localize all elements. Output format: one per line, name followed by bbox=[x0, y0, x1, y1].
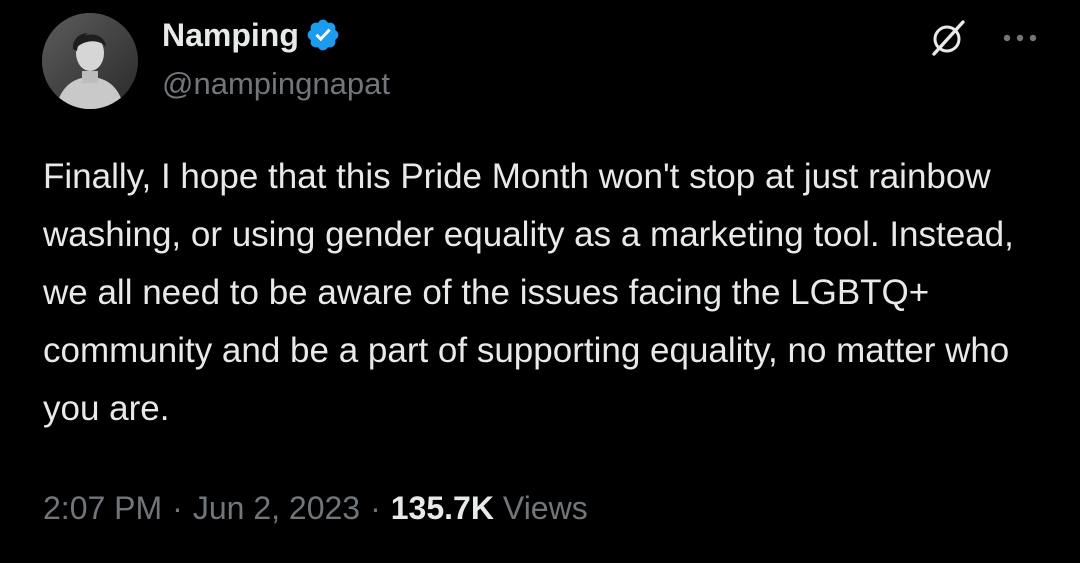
views-label[interactable]: Views bbox=[503, 490, 588, 527]
handle[interactable]: @nampingnapat bbox=[162, 66, 390, 102]
post-time[interactable]: 2:07 PM bbox=[43, 490, 162, 527]
post-meta: 2:07 PM · Jun 2, 2023 · 135.7K Views bbox=[43, 490, 588, 527]
profile-photo-icon bbox=[42, 13, 138, 109]
more-icon bbox=[1003, 34, 1037, 42]
post-text: Finally, I hope that this Pride Month wo… bbox=[43, 157, 1014, 428]
author-block: Namping @nampingnapat bbox=[162, 14, 390, 102]
avatar[interactable] bbox=[42, 13, 138, 109]
name-row: Namping bbox=[162, 14, 390, 56]
grok-icon bbox=[932, 20, 965, 56]
verified-badge-icon[interactable] bbox=[305, 17, 341, 53]
post-date[interactable]: Jun 2, 2023 bbox=[193, 490, 360, 527]
meta-separator: · bbox=[172, 490, 183, 526]
views-count[interactable]: 135.7K bbox=[391, 490, 494, 527]
display-name[interactable]: Namping bbox=[162, 17, 299, 54]
grok-button[interactable] bbox=[924, 14, 972, 62]
post: Namping @nampingnapat Finally, I hope th… bbox=[0, 0, 1080, 563]
meta-separator: · bbox=[370, 490, 381, 526]
more-button[interactable] bbox=[994, 18, 1046, 58]
